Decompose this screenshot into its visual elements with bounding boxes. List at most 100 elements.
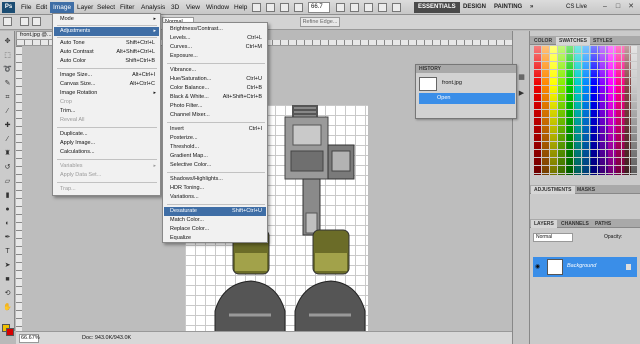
adj-gradient-map[interactable]: Gradient Map... [164, 152, 266, 161]
workspace-more[interactable]: » [526, 2, 537, 13]
menu-file[interactable]: File [18, 2, 34, 13]
tab-masks[interactable]: MASKS [574, 186, 598, 194]
adj-posterize[interactable]: Posterize... [164, 134, 266, 143]
shape-tool-icon[interactable]: ■ [3, 275, 12, 284]
menu-window[interactable]: Window [203, 2, 232, 13]
adj-channel-mixer[interactable]: Channel Mixer... [164, 111, 266, 120]
background-color-swatch[interactable] [6, 328, 14, 336]
workspace-design[interactable]: DESIGN [459, 2, 490, 13]
zoom-tool-icon[interactable] [350, 3, 359, 12]
menu-3d[interactable]: 3D [168, 2, 182, 13]
adj-vibrance[interactable]: Vibrance... [164, 66, 266, 75]
adj-replace-color[interactable]: Replace Color... [164, 225, 266, 234]
tab-color[interactable]: COLOR [531, 37, 555, 45]
type-tool-icon[interactable]: T [3, 247, 12, 256]
menu-item-auto-contrast[interactable]: Auto Contrast Alt+Shift+Ctrl+L [54, 48, 159, 57]
menu-item-auto-color[interactable]: Auto Color Shift+Ctrl+B [54, 57, 159, 66]
workspace-painting[interactable]: PAINTING [490, 2, 526, 13]
adj-photo-filter[interactable]: Photo Filter... [164, 102, 266, 111]
menu-item-variables[interactable]: Variables ▸ [54, 162, 159, 171]
adj-hdr-toning[interactable]: HDR Toning... [164, 184, 266, 193]
view-options-icon[interactable] [294, 3, 303, 12]
3d-rotate-icon[interactable]: ⟲ [3, 289, 12, 298]
menu-view[interactable]: View [183, 2, 203, 13]
tab-channels[interactable]: CHANNELS [558, 220, 592, 228]
rotate-view-icon[interactable] [364, 3, 373, 12]
menu-select[interactable]: Select [94, 2, 118, 13]
lasso-tool-icon[interactable]: ➰ [3, 65, 12, 74]
menu-item-calculations[interactable]: Calculations... [54, 148, 159, 157]
menu-item-trap[interactable]: Trap... [54, 185, 159, 194]
workspace-essentials[interactable]: ESSENTIALS [414, 2, 460, 13]
blur-tool-icon[interactable]: ● [3, 205, 12, 214]
tab-styles[interactable]: STYLES [590, 37, 615, 45]
menu-item-duplicate[interactable]: Duplicate... [54, 130, 159, 139]
tab-paths[interactable]: PATHS [592, 220, 614, 228]
adj-equalize[interactable]: Equalize [164, 234, 266, 243]
history-panel-title[interactable]: HISTORY [416, 65, 516, 73]
adj-curves[interactable]: Curves... Ctrl+M [164, 43, 266, 52]
zoom-level-field[interactable]: 66.7 [308, 2, 330, 13]
adj-brightness-contrast[interactable]: Brightness/Contrast... [164, 25, 266, 34]
tab-adjustments[interactable]: ADJUSTMENTS [531, 186, 575, 194]
clone-stamp-icon[interactable]: ♜ [3, 149, 12, 158]
quick-select-tool-icon[interactable]: ✎ [3, 79, 12, 88]
menu-item-apply-image[interactable]: Apply Image... [54, 139, 159, 148]
path-select-icon[interactable]: ➤ [3, 261, 12, 270]
history-step-open[interactable]: Open [419, 93, 515, 104]
tool-preset-icon[interactable] [3, 17, 12, 26]
bridge-icon[interactable] [252, 3, 261, 12]
adj-exposure[interactable]: Exposure... [164, 52, 266, 61]
menu-item-apply-data-set[interactable]: Apply Data Set... [54, 171, 159, 180]
minibridge-icon[interactable] [266, 3, 275, 12]
history-brush-icon[interactable]: ↺ [3, 163, 12, 172]
adj-shadows-highlights[interactable]: Shadows/Highlights... [164, 175, 266, 184]
menu-item-trim[interactable]: Trim... [54, 107, 159, 116]
menu-item-canvas-size[interactable]: Canvas Size... Alt+Ctrl+C [54, 80, 159, 89]
hand-tool-panel-icon[interactable]: ✋ [3, 303, 12, 312]
crop-tool-icon[interactable]: ⌗ [3, 93, 12, 102]
arrange-documents-icon[interactable] [378, 3, 387, 12]
adj-hue-saturation[interactable]: Hue/Saturation... Ctrl+U [164, 75, 266, 84]
menu-image[interactable]: Image [50, 2, 75, 13]
refine-edge-button[interactable]: Refine Edge... [300, 17, 340, 27]
menu-item-reveal-all[interactable]: Reveal All [54, 116, 159, 125]
menu-item-auto-tone[interactable]: Auto Tone Shift+Ctrl+L [54, 39, 159, 48]
tab-layers[interactable]: LAYERS [531, 220, 557, 228]
menu-item-mode[interactable]: Mode ▸ [54, 15, 159, 24]
move-tool-icon[interactable]: ✥ [3, 37, 12, 46]
eye-icon[interactable]: ◉ [535, 263, 540, 270]
dodge-tool-icon[interactable]: ◐ [3, 219, 12, 228]
history-panel-icon[interactable]: ▦ [517, 73, 526, 82]
adj-levels[interactable]: Levels... Ctrl+L [164, 34, 266, 43]
menu-item-crop[interactable]: Crop [54, 98, 159, 107]
history-snapshot-thumbnail[interactable] [419, 77, 437, 91]
brush-tool-icon[interactable]: ⁄ [3, 135, 12, 144]
menu-layer[interactable]: Layer [74, 2, 96, 13]
actions-panel-icon[interactable]: ▶ [517, 89, 526, 98]
cs-live-button[interactable]: CS Live [566, 2, 587, 13]
adj-variations[interactable]: Variations... [164, 193, 266, 202]
adj-color-balance[interactable]: Color Balance... Ctrl+B [164, 84, 266, 93]
marquee-tool-icon[interactable]: ⬚ [3, 51, 12, 60]
menu-item-image-rotation[interactable]: Image Rotation ▸ [54, 89, 159, 98]
history-snapshot-label[interactable]: front.jpg [442, 80, 462, 86]
gradient-tool-icon[interactable]: ▮ [3, 191, 12, 200]
minimize-icon[interactable]: – [600, 2, 610, 12]
menu-analysis[interactable]: Analysis [138, 2, 168, 13]
menu-item-image-size[interactable]: Image Size... Alt+Ctrl+I [54, 71, 159, 80]
menu-item-adjustments[interactable]: Adjustments ▸ [54, 27, 159, 36]
add-selection-icon[interactable] [32, 17, 41, 26]
screen-mode-icon[interactable] [392, 3, 401, 12]
adj-black-white[interactable]: Black & White... Alt+Shift+Ctrl+B [164, 93, 266, 102]
adj-desaturate[interactable]: Desaturate Shift+Ctrl+U [164, 207, 266, 216]
document-size[interactable]: Doc: 943.0K/943.0K [82, 334, 131, 343]
adj-invert[interactable]: Invert Ctrl+I [164, 125, 266, 134]
tab-swatches[interactable]: SWATCHES [556, 37, 590, 45]
maximize-icon[interactable]: □ [613, 2, 623, 12]
healing-brush-icon[interactable]: ✚ [3, 121, 12, 130]
adj-match-color[interactable]: Match Color... [164, 216, 266, 225]
hand-tool-icon[interactable] [336, 3, 345, 12]
menu-filter[interactable]: Filter [117, 2, 137, 13]
new-selection-icon[interactable] [20, 17, 29, 26]
